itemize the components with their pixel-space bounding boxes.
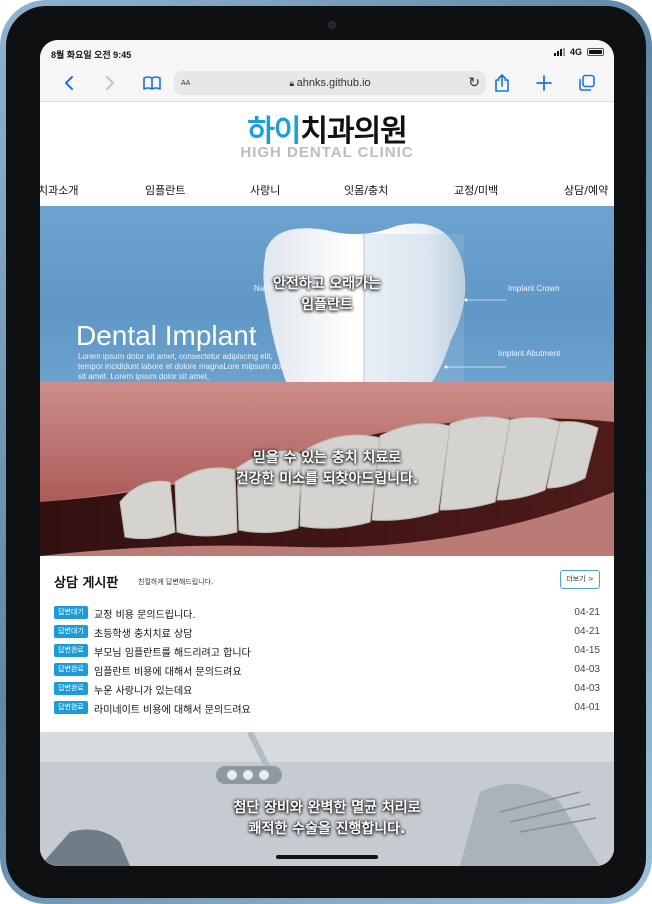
post-title[interactable]: 교정 비용 문의드립니다.	[94, 606, 196, 621]
cavity-caption-line1: 믿을 수 있는 충치 치료로	[252, 450, 402, 466]
front-camera	[329, 22, 335, 28]
url-text[interactable]: 🔒︎ ahnks.github.io	[174, 77, 486, 89]
main-nav: 치과소개 임플란트 사랑니 잇몸/충치 교정/미백 상담/예약	[40, 180, 614, 202]
board-title: 상담 게시판	[54, 576, 119, 591]
tablet-screen: 8월 화요일 오전 9:45 4G AA 🔒︎ ahnks.github.io …	[40, 40, 614, 866]
implant-abutment-label: Implant Abutment	[498, 349, 561, 358]
status-badge: 답변대기	[54, 625, 88, 638]
consultation-board: 상담 게시판 친절하게 답변해드립니다. 더보기 > 답변대기 교정 비용 문의…	[40, 556, 614, 732]
nav-item-implant[interactable]: 임플란트	[145, 182, 185, 198]
board-post[interactable]: 답변대기 초등학생 충치치료 상담 04-21	[54, 623, 600, 641]
tabs-overview-icon[interactable]	[576, 72, 598, 94]
lock-icon: 🔒︎	[289, 78, 297, 88]
forward-icon[interactable]	[99, 72, 121, 94]
board-post[interactable]: 답변완료 누운 사랑니가 있는데요 04-03	[54, 680, 600, 698]
status-badge: 답변완료	[54, 644, 88, 657]
more-button[interactable]: 더보기 >	[560, 570, 600, 589]
post-title[interactable]: 임플란트 비용에 대해서 문의드려요	[94, 663, 242, 678]
post-title[interactable]: 부모님 임플란트를 해드리려고 합니다	[94, 644, 251, 659]
back-icon[interactable]	[58, 72, 80, 94]
equipment-banner: 첨단 장비와 완벽한 멸균 처리로 쾌적한 수술을 진행합니다.	[40, 732, 614, 866]
post-date: 04-03	[574, 683, 600, 694]
post-title[interactable]: 누운 사랑니가 있는데요	[94, 682, 192, 697]
cavity-banner: 믿을 수 있는 충치 치료로 건강한 미소를 되찾아드립니다.	[40, 382, 614, 556]
implant-caption-line1: 안전하고 오래가는	[273, 276, 381, 292]
status-badge: 답변완료	[54, 663, 88, 676]
post-date: 04-03	[574, 664, 600, 675]
reload-icon[interactable]: ↻	[468, 74, 480, 91]
post-title[interactable]: 라미네이트 비용에 대해서 문의드려요	[94, 701, 251, 716]
implant-caption-line2: 임플란트	[301, 297, 353, 313]
bookmarks-icon[interactable]	[141, 72, 163, 94]
post-date: 04-21	[574, 607, 600, 618]
status-badge: 답변완료	[54, 682, 88, 695]
site-logo[interactable]: 하이치과의원 HIGH DENTAL CLINIC	[40, 102, 614, 170]
battery-icon	[587, 48, 604, 56]
signal-icon	[553, 48, 565, 56]
equipment-caption: 첨단 장비와 완벽한 멸균 처리로 쾌적한 수술을 진행합니다.	[40, 798, 614, 840]
equipment-caption-line1: 첨단 장비와 완벽한 멸균 처리로	[233, 800, 421, 816]
dental-implant-description: Lorem ipsum dolor sit amet, consectetur …	[78, 352, 290, 381]
cavity-caption-line2: 건강한 미소를 되찾아드립니다.	[235, 471, 419, 487]
implant-banner: Natu Implant Crown Implant Abutment 안전하고…	[40, 206, 614, 382]
new-tab-icon[interactable]	[533, 72, 555, 94]
equipment-caption-line2: 쾌적한 수술을 진행합니다.	[248, 821, 406, 837]
cavity-caption: 믿을 수 있는 충치 치료로 건강한 미소를 되찾아드립니다.	[40, 448, 614, 490]
logo-english-text: HIGH DENTAL CLINIC	[240, 144, 414, 161]
board-post[interactable]: 답변대기 교정 비용 문의드립니다. 04-21	[54, 604, 600, 622]
board-subtitle: 친절하게 답변해드립니다.	[138, 578, 214, 586]
board-post[interactable]: 답변완료 부모님 임플란트를 해드리려고 합니다 04-15	[54, 642, 600, 660]
status-indicators: 4G	[553, 47, 604, 57]
web-page: 하이치과의원 HIGH DENTAL CLINIC 치과소개 임플란트 사랑니 …	[40, 102, 614, 866]
status-badge: 답변대기	[54, 606, 88, 619]
nav-item-wisdom-tooth[interactable]: 사랑니	[250, 182, 280, 198]
post-date: 04-15	[574, 645, 600, 656]
status-bar: 8월 화요일 오전 9:45 4G	[40, 40, 614, 66]
home-indicator[interactable]	[276, 855, 378, 859]
implant-caption: 안전하고 오래가는 임플란트	[40, 274, 614, 316]
share-icon[interactable]	[491, 72, 513, 94]
post-date: 04-21	[574, 626, 600, 637]
status-badge: 답변완료	[54, 701, 88, 714]
browser-toolbar: AA 🔒︎ ahnks.github.io ↻	[40, 66, 614, 102]
nav-item-orthodontics[interactable]: 교정/미백	[454, 182, 498, 198]
address-bar[interactable]: AA 🔒︎ ahnks.github.io ↻	[174, 71, 486, 95]
board-post[interactable]: 답변완료 임플란트 비용에 대해서 문의드려요 04-03	[54, 661, 600, 679]
nav-item-gum-cavity[interactable]: 잇몸/충치	[344, 182, 388, 198]
post-date: 04-01	[574, 702, 600, 713]
board-post[interactable]: 답변완료 라미네이트 비용에 대해서 문의드려요 04-01	[54, 699, 600, 717]
status-time: 8월 화요일 오전 9:45	[51, 50, 132, 60]
nav-item-consult[interactable]: 상담/예약	[564, 182, 608, 198]
nav-item-about[interactable]: 치과소개	[40, 182, 78, 198]
dental-implant-title: Dental Implant	[76, 320, 257, 351]
network-label: 4G	[569, 47, 582, 57]
post-title[interactable]: 초등학생 충치치료 상담	[94, 625, 192, 640]
